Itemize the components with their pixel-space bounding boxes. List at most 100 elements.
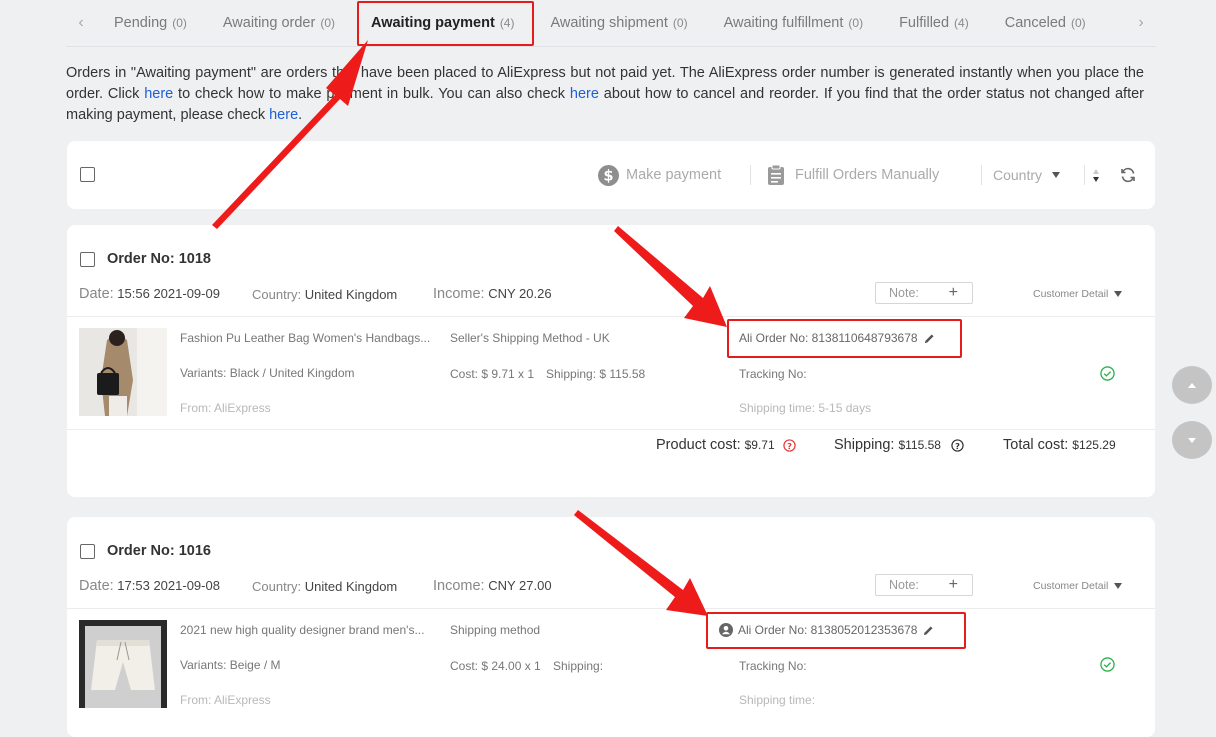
tab-awaiting-shipment[interactable]: Awaiting shipment (0) bbox=[532, 0, 705, 46]
scroll-bottom-button[interactable] bbox=[1172, 421, 1212, 459]
order-note-button[interactable]: Note: + bbox=[875, 282, 973, 304]
intro-text: to check how to make payment in bulk. Yo… bbox=[173, 86, 570, 102]
bulk-payment-help-link[interactable]: here bbox=[144, 86, 173, 102]
help-icon[interactable]: ? bbox=[951, 438, 964, 452]
item-shipping: Shipping: bbox=[553, 659, 604, 673]
sort-toggle[interactable] bbox=[1093, 141, 1099, 209]
divider bbox=[67, 608, 1155, 609]
tabs-prev-button[interactable]: ‹ bbox=[66, 14, 96, 32]
order-card: Order No: 1016 Date: 17:53 2021-09-08 Co… bbox=[67, 517, 1155, 737]
svg-text:?: ? bbox=[787, 440, 792, 450]
tab-awaiting-fulfillment[interactable]: Awaiting fulfillment (0) bbox=[706, 0, 882, 46]
edit-pencil-icon[interactable] bbox=[924, 333, 935, 344]
customer-detail-toggle[interactable]: Customer Detail bbox=[1033, 580, 1123, 592]
product-cost-label: Product cost: bbox=[656, 437, 741, 453]
tab-label: Awaiting order bbox=[222, 15, 316, 31]
tab-count: (4) bbox=[499, 16, 515, 30]
tab-count: (0) bbox=[672, 16, 688, 30]
tab-label: Canceled bbox=[1004, 15, 1066, 31]
tab-awaiting-payment[interactable]: Awaiting payment (4) bbox=[353, 0, 532, 46]
intro-text: . bbox=[298, 107, 303, 123]
customer-detail-label: Customer Detail bbox=[1033, 288, 1109, 300]
user-circle-icon bbox=[719, 623, 733, 637]
select-all-checkbox[interactable] bbox=[80, 167, 95, 182]
tab-count: (0) bbox=[1070, 16, 1086, 30]
note-label: Note: bbox=[889, 578, 919, 592]
tab-label: Fulfilled bbox=[899, 15, 950, 31]
refresh-button[interactable] bbox=[1120, 141, 1136, 209]
check-circle-icon bbox=[1100, 366, 1115, 381]
ali-order-number: Ali Order No: 8138052012353678 bbox=[719, 623, 934, 637]
product-source: From: AliExpress bbox=[180, 693, 271, 707]
income-label: Income: bbox=[433, 578, 485, 594]
toolbar-divider bbox=[981, 165, 982, 185]
country-label: Country: bbox=[252, 579, 302, 594]
make-payment-label: Make payment bbox=[626, 167, 722, 183]
caret-down-icon bbox=[1052, 172, 1061, 178]
product-variants: Variants: Beige / M bbox=[180, 658, 281, 672]
total-cost-label: Total cost: bbox=[1003, 437, 1069, 453]
tab-label: Awaiting payment bbox=[371, 15, 495, 31]
shipping-time: Shipping time: 5-15 days bbox=[739, 401, 872, 415]
shipping-method[interactable]: Seller's Shipping Method - UK bbox=[450, 331, 610, 345]
order-country: Country: United Kingdom bbox=[252, 287, 397, 302]
status-help-link[interactable]: here bbox=[269, 107, 298, 123]
order-checkbox[interactable] bbox=[80, 252, 95, 267]
product-photo-handbag bbox=[79, 328, 167, 416]
date-label: Date: bbox=[79, 286, 114, 302]
tabs-next-button[interactable]: › bbox=[1126, 14, 1156, 32]
order-date: Date: 15:56 2021-09-09 bbox=[79, 286, 220, 302]
tab-pending[interactable]: Pending (0) bbox=[96, 0, 205, 46]
scroll-top-button[interactable] bbox=[1172, 366, 1212, 404]
item-cost: Cost: $ 24.00 x 1 bbox=[450, 659, 541, 673]
product-image[interactable] bbox=[79, 328, 167, 416]
ali-order-number-text: Ali Order No: 8138110648793678 bbox=[739, 331, 918, 345]
tab-awaiting-order[interactable]: Awaiting order (0) bbox=[205, 0, 353, 46]
caret-down-icon bbox=[1114, 291, 1123, 297]
cancel-reorder-help-link[interactable]: here bbox=[570, 86, 599, 102]
make-payment-button[interactable]: $ Make payment bbox=[598, 141, 721, 209]
note-label: Note: bbox=[889, 286, 919, 300]
product-image[interactable] bbox=[79, 620, 167, 708]
product-cost-summary: Product cost: $9.71 ? bbox=[656, 437, 796, 453]
tab-count: (0) bbox=[320, 16, 335, 30]
customer-detail-label: Customer Detail bbox=[1033, 580, 1109, 592]
order-toolbar: $ Make payment Fulfill Orders Manually C… bbox=[67, 141, 1155, 209]
total-cost-summary: Total cost: $125.29 bbox=[1003, 437, 1116, 453]
total-cost-value: $125.29 bbox=[1072, 438, 1116, 452]
product-cost-value: $9.71 bbox=[744, 438, 775, 452]
item-shipping: Shipping: $ 115.58 bbox=[546, 367, 646, 381]
sort-up-icon bbox=[1093, 168, 1099, 174]
order-country: Country: United Kingdom bbox=[252, 579, 397, 594]
help-icon[interactable]: ? bbox=[782, 438, 796, 452]
country-filter-select[interactable]: Country bbox=[993, 141, 1061, 209]
refresh-icon bbox=[1121, 167, 1135, 183]
order-income: Income: CNY 20.26 bbox=[433, 286, 552, 302]
tab-canceled[interactable]: Canceled (0) bbox=[987, 0, 1104, 46]
order-note-button[interactable]: Note: + bbox=[875, 574, 973, 596]
tracking-number: Tracking No: bbox=[739, 659, 807, 673]
divider bbox=[67, 316, 1155, 317]
shipping-method[interactable]: Shipping method bbox=[450, 623, 540, 637]
divider bbox=[67, 429, 1155, 430]
caret-up-icon bbox=[1188, 382, 1196, 388]
shipping-cost-label: Shipping: bbox=[834, 437, 895, 453]
ali-order-number-text: Ali Order No: 8138052012353678 bbox=[738, 623, 918, 637]
clipboard-icon bbox=[768, 164, 784, 185]
tab-count: (0) bbox=[848, 16, 864, 30]
edit-pencil-icon[interactable] bbox=[923, 625, 934, 636]
order-checkbox[interactable] bbox=[80, 544, 95, 559]
product-title[interactable]: Fashion Pu Leather Bag Women's Handbags.… bbox=[180, 331, 430, 345]
income-value: CNY 27.00 bbox=[488, 578, 552, 593]
customer-detail-toggle[interactable]: Customer Detail bbox=[1033, 288, 1123, 300]
product-source: From: AliExpress bbox=[180, 401, 271, 415]
tab-fulfilled[interactable]: Fulfilled (4) bbox=[881, 0, 987, 46]
country-value: United Kingdom bbox=[304, 579, 398, 594]
income-value: CNY 20.26 bbox=[488, 286, 552, 301]
item-cost: Cost: $ 9.71 x 1 bbox=[450, 367, 535, 381]
product-title[interactable]: 2021 new high quality designer brand men… bbox=[180, 623, 424, 637]
order-number: Order No: 1018 bbox=[107, 251, 211, 267]
tab-count: (4) bbox=[954, 16, 969, 30]
fulfill-orders-manually-button[interactable]: Fulfill Orders Manually bbox=[767, 141, 939, 209]
fulfill-orders-manually-label: Fulfill Orders Manually bbox=[795, 167, 940, 183]
